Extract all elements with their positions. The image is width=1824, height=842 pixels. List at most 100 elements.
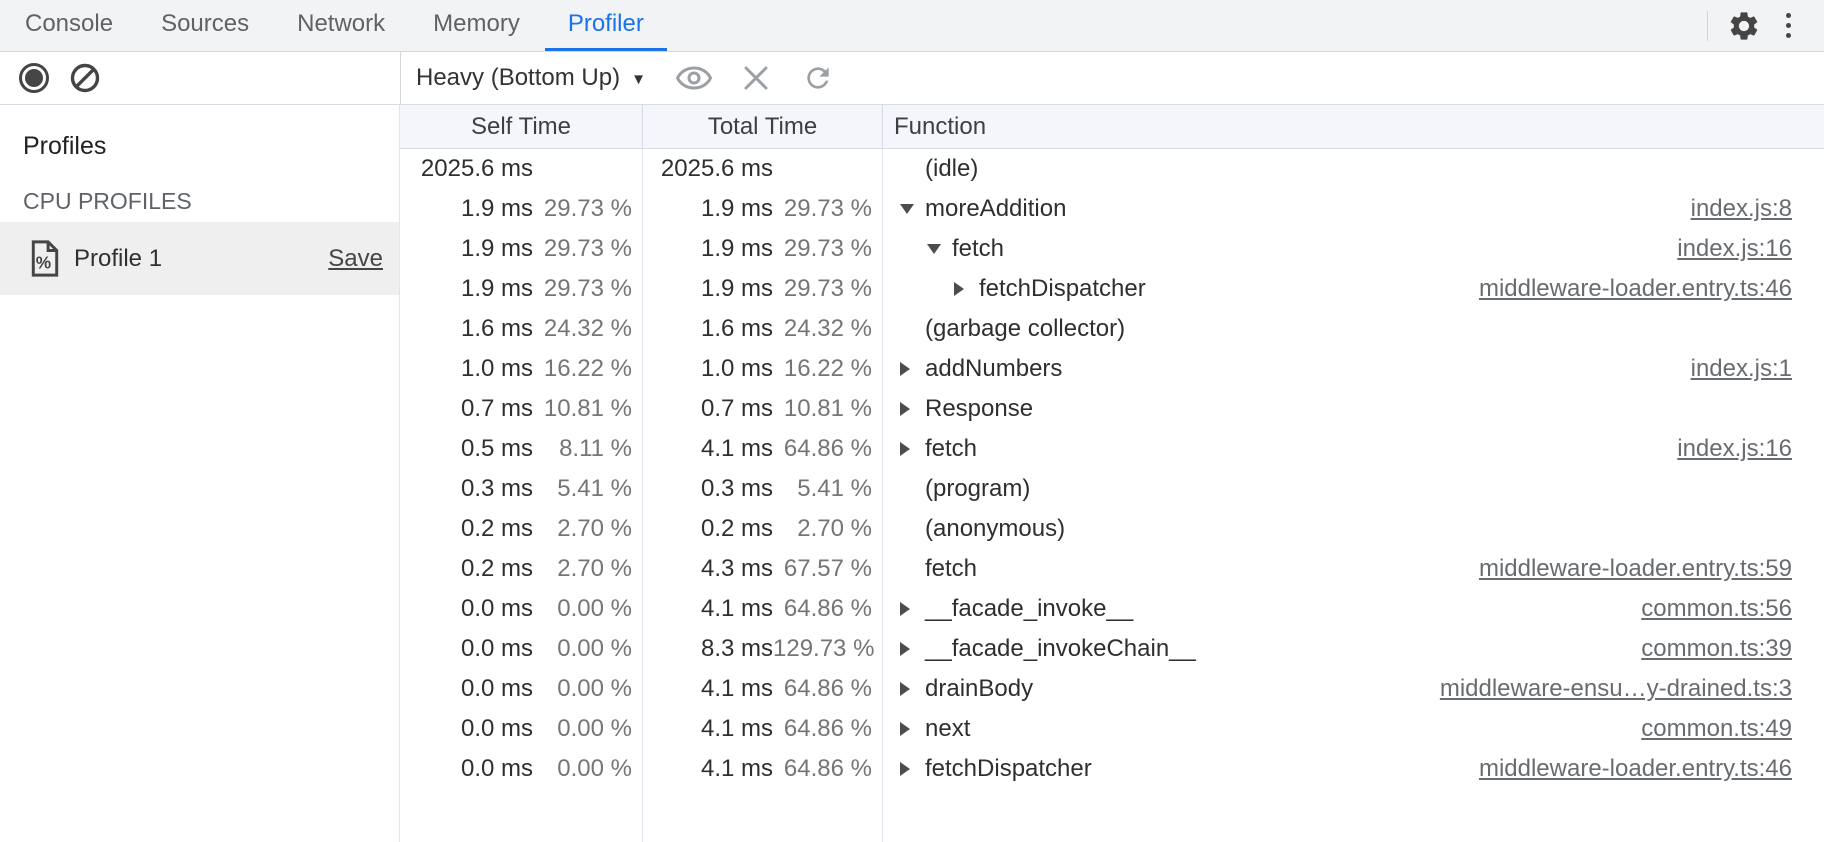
source-link[interactable]: index.js:8	[1691, 195, 1792, 223]
profile-tree-row[interactable]: 0.3 ms5.41 %0.3 ms5.41 %(program)	[400, 469, 1824, 509]
self-time-cell: 1.9 ms29.73 %	[400, 275, 643, 303]
profile-tree-row[interactable]: 0.0 ms0.00 %4.1 ms64.86 %middleware-load…	[400, 749, 1824, 789]
total-time-ms: 4.3 ms	[701, 555, 773, 583]
profile-tree-row[interactable]: 0.0 ms0.00 %8.3 ms129.73 %common.ts:39__…	[400, 629, 1824, 669]
self-time-ms: 0.0 ms	[461, 675, 533, 703]
profile-tree-row[interactable]: 0.0 ms0.00 %4.1 ms64.86 %common.ts:56__f…	[400, 589, 1824, 629]
expand-arrow-icon[interactable]	[900, 362, 925, 376]
exclude-function-button[interactable]	[734, 56, 778, 100]
function-cell: (idle)	[883, 155, 1824, 183]
clear-profiles-button[interactable]	[67, 56, 103, 100]
profiles-heading: Profiles	[0, 131, 399, 161]
source-link[interactable]: common.ts:39	[1641, 635, 1792, 663]
self-time-cell: 0.0 ms0.00 %	[400, 595, 643, 623]
self-time-cell: 0.2 ms2.70 %	[400, 515, 643, 543]
total-time-cell: 2025.6 ms	[643, 155, 883, 183]
source-link[interactable]: middleware-loader.entry.ts:46	[1479, 755, 1792, 783]
tab-profiler[interactable]: Profiler	[545, 0, 667, 51]
grid-body: 2025.6 ms2025.6 ms(idle)1.9 ms29.73 %1.9…	[400, 149, 1824, 842]
source-link[interactable]: common.ts:49	[1641, 715, 1792, 743]
profile-tree-row[interactable]: 1.6 ms24.32 %1.6 ms24.32 %(garbage colle…	[400, 309, 1824, 349]
profile-tree-row[interactable]: 0.0 ms0.00 %4.1 ms64.86 %common.ts:49nex…	[400, 709, 1824, 749]
source-link[interactable]: middleware-loader.entry.ts:59	[1479, 555, 1792, 583]
total-time-ms: 8.3 ms	[701, 635, 773, 663]
svg-text:%: %	[36, 252, 51, 272]
total-time-percent: 24.32 %	[773, 315, 883, 343]
self-time-cell: 0.0 ms0.00 %	[400, 675, 643, 703]
tab-sources[interactable]: Sources	[138, 0, 272, 51]
source-link[interactable]: middleware-ensu…y-drained.ts:3	[1440, 675, 1792, 703]
function-cell: Response	[883, 395, 1824, 423]
source-link[interactable]: index.js:16	[1677, 435, 1792, 463]
self-time-percent: 0.00 %	[533, 755, 643, 783]
profile-tree-row[interactable]: 1.0 ms16.22 %1.0 ms16.22 %index.js:1addN…	[400, 349, 1824, 389]
profile-tree-row[interactable]: 1.9 ms29.73 %1.9 ms29.73 %index.js:8more…	[400, 189, 1824, 229]
self-time-ms: 1.9 ms	[461, 195, 533, 223]
source-link[interactable]: common.ts:56	[1641, 595, 1792, 623]
expand-arrow-icon[interactable]	[900, 642, 925, 656]
self-time-cell: 1.9 ms29.73 %	[400, 195, 643, 223]
total-time-cell: 1.6 ms24.32 %	[643, 315, 883, 343]
profile-tree-row[interactable]: 0.7 ms10.81 %0.7 ms10.81 %Response	[400, 389, 1824, 429]
expand-arrow-icon[interactable]	[900, 722, 925, 736]
tab-memory[interactable]: Memory	[410, 0, 543, 51]
column-header-self-time[interactable]: Self Time	[400, 105, 643, 148]
profile-data-grid: Self Time Total Time Function 2025.6 ms 2…	[400, 105, 1824, 842]
profile-tree-row[interactable]: 0.5 ms8.11 %4.1 ms64.86 %index.js:16fetc…	[400, 429, 1824, 469]
record-profile-button[interactable]	[16, 56, 52, 100]
total-time-ms: 1.0 ms	[701, 355, 773, 383]
total-time-cell: 1.9 ms29.73 %	[643, 275, 883, 303]
self-time-percent: 16.22 %	[533, 355, 643, 383]
function-name: (program)	[925, 475, 1030, 503]
function-name: (idle)	[925, 155, 978, 183]
toolbar-divider	[1707, 11, 1708, 41]
view-controls: Heavy (Bottom Up) ▼	[400, 52, 1824, 104]
expand-arrow-icon[interactable]	[954, 282, 979, 296]
profile-tree-row[interactable]: 1.9 ms29.73 %1.9 ms29.73 %index.js:16fet…	[400, 229, 1824, 269]
self-time-percent	[533, 155, 643, 183]
column-header-total-time[interactable]: Total Time	[643, 105, 883, 148]
function-name: (garbage collector)	[925, 315, 1125, 343]
self-time-percent: 29.73 %	[533, 275, 643, 303]
profile-list-item[interactable]: % Profile 1 Save	[0, 222, 399, 295]
restore-functions-button[interactable]	[796, 56, 840, 100]
tab-network[interactable]: Network	[274, 0, 408, 51]
collapse-arrow-icon[interactable]	[927, 244, 952, 254]
source-link[interactable]: index.js:1	[1691, 355, 1792, 383]
self-time-percent: 2.70 %	[533, 515, 643, 543]
profile-tree-row[interactable]: 0.0 ms0.00 %4.1 ms64.86 %middleware-ensu…	[400, 669, 1824, 709]
expand-arrow-icon[interactable]	[900, 402, 925, 416]
profile-tree-row[interactable]: 0.2 ms2.70 %4.3 ms67.57 %middleware-load…	[400, 549, 1824, 589]
profile-tree-row[interactable]: 0.2 ms2.70 %0.2 ms2.70 %(anonymous)	[400, 509, 1824, 549]
expand-arrow-icon[interactable]	[900, 682, 925, 696]
profile-tree-row[interactable]: 1.9 ms29.73 %1.9 ms29.73 %middleware-loa…	[400, 269, 1824, 309]
focus-function-button[interactable]	[672, 56, 716, 100]
source-link[interactable]: middleware-loader.entry.ts:46	[1479, 275, 1792, 303]
function-name: drainBody	[925, 675, 1033, 703]
more-options-button[interactable]	[1766, 4, 1810, 48]
self-time-ms: 1.9 ms	[461, 275, 533, 303]
plot-action-icons	[672, 56, 840, 100]
total-time-cell: 4.3 ms67.57 %	[643, 555, 883, 583]
save-profile-link[interactable]: Save	[328, 245, 383, 273]
self-time-cell: 0.5 ms8.11 %	[400, 435, 643, 463]
expand-arrow-icon[interactable]	[900, 762, 925, 776]
function-cell: (anonymous)	[883, 515, 1824, 543]
self-time-cell: 0.0 ms0.00 %	[400, 755, 643, 783]
column-header-function[interactable]: Function	[883, 105, 1824, 148]
source-link[interactable]: index.js:16	[1677, 235, 1792, 263]
expand-arrow-icon[interactable]	[900, 442, 925, 456]
tab-console[interactable]: Console	[2, 0, 136, 51]
settings-button[interactable]	[1722, 4, 1766, 48]
total-time-cell: 4.1 ms64.86 %	[643, 435, 883, 463]
self-time-percent: 10.81 %	[533, 395, 643, 423]
total-time-percent: 64.86 %	[773, 435, 883, 463]
view-mode-dropdown[interactable]: Heavy (Bottom Up) ▼	[416, 64, 646, 92]
self-time-ms: 1.6 ms	[461, 315, 533, 343]
profile-tree-row[interactable]: 2025.6 ms2025.6 ms(idle)	[400, 149, 1824, 189]
total-time-percent: 29.73 %	[773, 275, 883, 303]
total-time-percent: 64.86 %	[773, 715, 883, 743]
expand-arrow-icon[interactable]	[900, 602, 925, 616]
collapse-arrow-icon[interactable]	[900, 204, 925, 214]
total-time-percent: 64.86 %	[773, 755, 883, 783]
